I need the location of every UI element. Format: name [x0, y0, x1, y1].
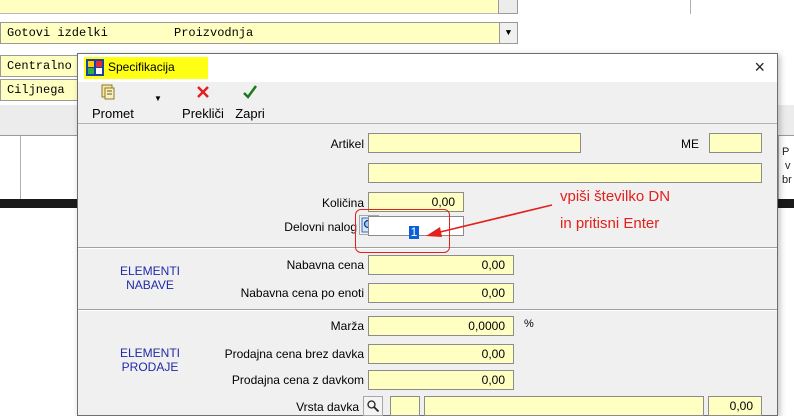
annotation-arrow	[426, 204, 553, 237]
annotation-line-1: vpiši številko DN	[560, 188, 671, 205]
annotation-line-2: in pritisni Enter	[560, 215, 660, 232]
